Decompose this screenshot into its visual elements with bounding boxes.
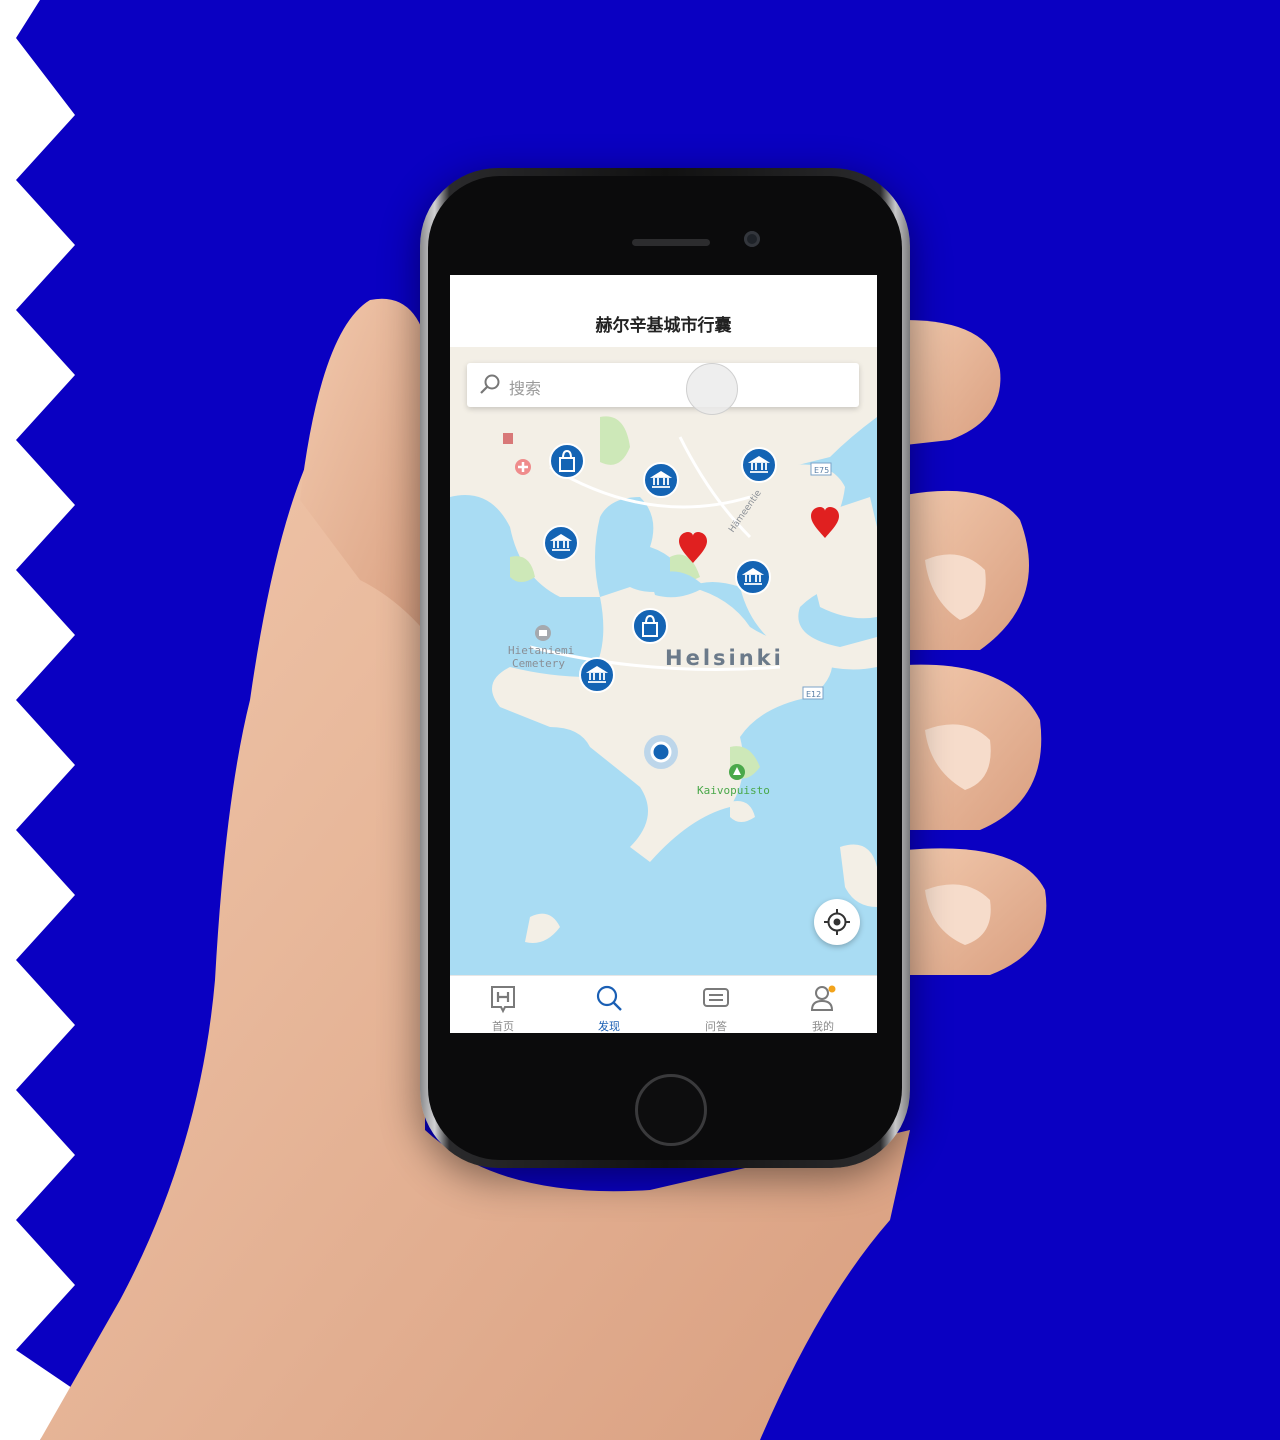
search-icon — [480, 374, 500, 394]
map-view[interactable]: Helsinki Hietaniemi Cemetery Kaivopuisto… — [450, 347, 877, 975]
home-h-icon — [491, 986, 515, 1014]
locate-me-button[interactable] — [814, 899, 860, 945]
road-badge: E75 — [810, 462, 832, 476]
search-bar[interactable]: 搜索 — [467, 363, 859, 407]
notification-dot — [828, 985, 836, 993]
front-camera — [744, 231, 760, 247]
bottom-tab-bar: 首页 发现 问答 我的 — [450, 975, 877, 1033]
map-place-label: Hietaniemi — [508, 644, 574, 657]
tab-label: 首页 — [492, 1020, 514, 1033]
svg-text:E75: E75 — [814, 466, 829, 475]
shopping-bag-marker[interactable] — [632, 608, 668, 644]
map-place-label: Kaivopuisto — [697, 784, 770, 797]
road-badge — [503, 433, 513, 444]
shopping-bag-marker[interactable] — [549, 443, 585, 479]
app-screen: 赫尔辛基城市行囊 Helsinki Hietaniemi Cemetery Ka… — [450, 275, 877, 1033]
hospital-icon — [515, 459, 531, 475]
touch-indicator — [686, 363, 738, 415]
tab-qa[interactable]: 问答 — [663, 976, 769, 1033]
search-icon — [596, 985, 622, 1011]
tab-label: 发现 — [598, 1020, 620, 1033]
search-placeholder: 搜索 — [509, 379, 542, 398]
finger-1 — [905, 320, 1001, 445]
page-title: 赫尔辛基城市行囊 — [595, 316, 732, 336]
chat-icon — [703, 988, 729, 1007]
museum-marker[interactable] — [741, 447, 777, 483]
app-header: 赫尔辛基城市行囊 — [450, 275, 877, 348]
earpiece-speaker — [632, 239, 710, 246]
map-place-label: Cemetery — [512, 657, 565, 670]
svg-text:E12: E12 — [806, 690, 821, 699]
profile-icon — [810, 985, 836, 1011]
park-icon — [729, 764, 745, 780]
tab-label: 我的 — [812, 1020, 834, 1033]
current-location-dot — [644, 735, 678, 769]
tab-profile[interactable]: 我的 — [770, 976, 876, 1033]
map-city-label: Helsinki — [665, 646, 784, 670]
tab-discover[interactable]: 发现 — [556, 976, 662, 1033]
tab-label: 问答 — [705, 1020, 727, 1033]
home-button[interactable] — [635, 1074, 707, 1146]
tab-home[interactable]: 首页 — [450, 976, 556, 1033]
museum-marker[interactable] — [543, 525, 579, 561]
museum-marker[interactable] — [643, 462, 679, 498]
crosshair-icon — [824, 909, 850, 935]
cemetery-icon — [535, 625, 551, 641]
museum-marker[interactable] — [579, 657, 615, 693]
museum-marker[interactable] — [735, 559, 771, 595]
road-badge: E12 — [802, 686, 824, 700]
